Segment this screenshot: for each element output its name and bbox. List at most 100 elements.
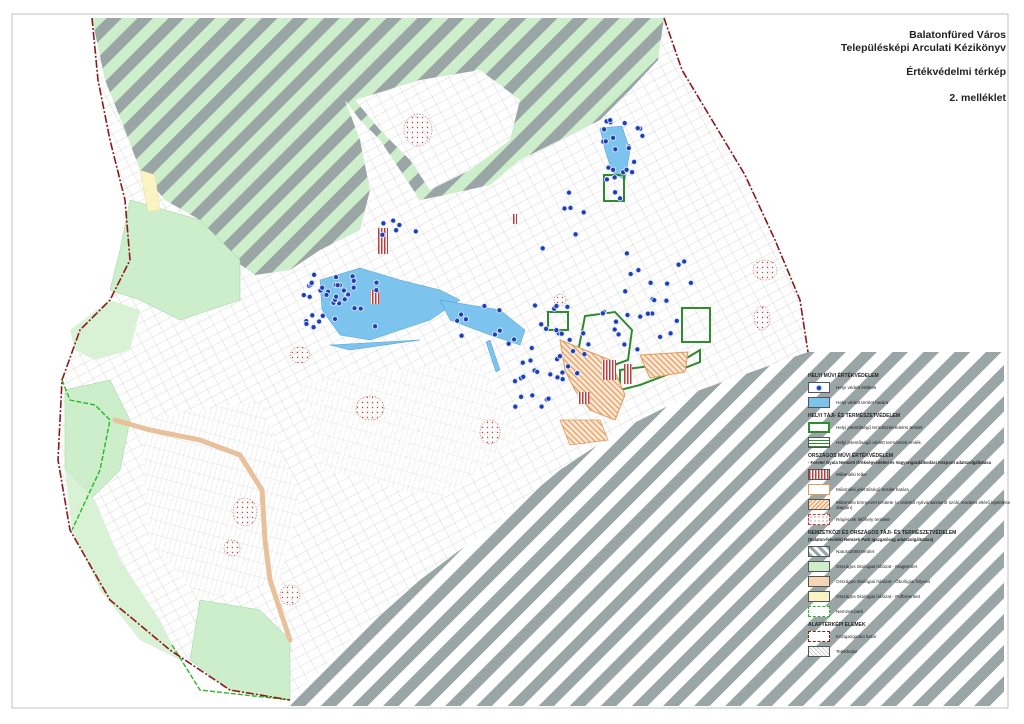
protected-value-marker <box>519 359 526 366</box>
protected-value-marker <box>334 282 341 289</box>
protected-value-marker <box>602 138 609 145</box>
protected-value-marker <box>554 374 561 381</box>
protected-value-marker <box>681 258 688 265</box>
legend-item-label: Helyi védett terület határa <box>836 400 889 405</box>
dots-swatch <box>808 514 830 525</box>
protected-value-marker <box>412 228 419 235</box>
protected-value-marker <box>505 340 512 347</box>
protected-value-marker <box>531 302 539 309</box>
buffer-swatch <box>808 591 830 602</box>
green-lines-swatch <box>808 437 830 448</box>
orange-hatch-swatch <box>808 499 830 510</box>
protected-value-marker <box>520 373 527 380</box>
park-swatch <box>808 606 830 617</box>
legend-item: Országos ökológiai hálózat - Ökológiai f… <box>806 574 1018 589</box>
legend-item: Natura2000 terület <box>806 544 1018 559</box>
protected-value-marker <box>559 376 566 383</box>
legend-item: Helyi jelentőségű védett természeti emlé… <box>806 435 1018 450</box>
protected-value-marker <box>458 311 465 318</box>
protected-value-marker <box>491 331 498 338</box>
protected-value-marker <box>545 395 552 402</box>
legend-heading: HELYI MŰVI ÉRTÉKVÉDELEM <box>808 373 879 379</box>
protected-value-marker <box>634 346 641 353</box>
legend-heading: HELYI TÁJI- ÉS TERMÉSZETVÉDELEM <box>808 413 901 419</box>
protected-value-marker <box>585 341 592 348</box>
protected-value-marker <box>323 291 330 298</box>
orange-border-swatch <box>808 484 830 495</box>
protected-value-marker <box>621 120 628 127</box>
protected-value-marker <box>481 302 488 310</box>
protected-value-marker <box>567 204 574 211</box>
protected-value-marker <box>351 305 358 312</box>
protected-value-marker <box>610 166 617 173</box>
protected-value-marker <box>454 317 461 324</box>
protected-value-marker <box>663 297 670 304</box>
legend-item: Helyi jelentőségű természetvédelmi terül… <box>806 420 1018 435</box>
protected-value-marker <box>624 311 631 319</box>
green-box-swatch <box>808 422 830 433</box>
protected-value-marker <box>527 357 534 364</box>
protected-value-marker <box>390 217 397 224</box>
protected-value-marker <box>580 209 587 216</box>
protected-value-marker <box>311 271 318 278</box>
protected-value-marker <box>511 378 519 385</box>
legend-item-label: Natura2000 terület <box>836 549 875 554</box>
protected-value-marker <box>496 327 503 334</box>
protected-value-marker <box>559 369 566 376</box>
core-swatch <box>808 561 830 572</box>
map-legend: HELYI MŰVI ÉRTÉKVÉDELEM Helyi védett ért… <box>806 370 1018 692</box>
legend-item-label: Műemléki telke <box>836 472 867 477</box>
legend-item: Műemléki jelentőségű terület határa <box>806 482 1018 497</box>
protected-value-marker <box>319 312 326 319</box>
protected-value-marker <box>316 318 323 325</box>
protected-value-marker <box>341 296 348 303</box>
legend-item-label: Telekhatár <box>836 649 858 654</box>
map-title-line1: Balatonfüred Város <box>909 29 1006 41</box>
protected-value-marker <box>518 393 525 400</box>
protected-value-marker <box>553 302 560 310</box>
protected-value-marker <box>667 330 674 337</box>
protected-value-marker <box>556 353 563 360</box>
legend-item-label: Országos ökológiai hálózat - Magterület <box>836 564 917 569</box>
protected-value-marker <box>319 284 326 291</box>
protected-value-marker <box>675 261 682 268</box>
protected-value-marker <box>511 336 518 343</box>
protected-value-marker <box>529 392 536 399</box>
protected-value-marker <box>644 310 651 317</box>
protected-value-marker <box>345 291 352 298</box>
protected-value-marker <box>373 287 380 294</box>
protected-value-marker <box>308 279 315 286</box>
protected-value-marker <box>612 146 619 153</box>
legend-item-label: Helyi védett értékek <box>836 385 877 390</box>
protected-value-marker <box>458 332 465 339</box>
legend-subheading: - Forster Gyula Nemzeti Örökségvédelmi é… <box>808 460 991 465</box>
legend-item-label: Nemzeti park <box>836 609 864 614</box>
protected-value-marker <box>621 341 628 348</box>
protected-value-marker <box>333 293 340 300</box>
protected-value-marker <box>309 312 316 319</box>
protected-value-marker <box>603 176 610 183</box>
protected-value-marker <box>612 189 619 196</box>
protected-value-marker <box>635 267 642 274</box>
protected-value-marker <box>601 126 608 133</box>
protected-value-marker <box>611 326 618 333</box>
legend-heading: ALAPTÉRKÉPI ELEMEK <box>808 622 866 628</box>
protected-value-marker <box>625 145 632 152</box>
protected-value-marker <box>332 274 340 281</box>
protected-value-marker <box>547 371 554 378</box>
protected-value-marker <box>599 310 606 317</box>
legend-item: Országos ökológiai hálózat - Pufferterül… <box>806 589 1018 604</box>
protected-value-marker <box>572 231 579 238</box>
protected-value-marker <box>612 318 620 325</box>
protected-value-marker <box>496 307 503 314</box>
legend-item: Telekhatár <box>806 644 1018 659</box>
map-annex-label: 2. melléklet <box>949 92 1006 104</box>
protected-value-marker <box>569 348 577 355</box>
legend-item: Közigazgatási határ <box>806 629 1018 644</box>
protected-value-marker <box>566 336 573 343</box>
legend-item: Nemzeti park <box>806 604 1018 619</box>
protected-value-marker <box>629 169 636 176</box>
protected-value-marker <box>673 317 680 324</box>
protected-value-marker <box>300 292 307 299</box>
protected-value-marker <box>534 368 541 375</box>
